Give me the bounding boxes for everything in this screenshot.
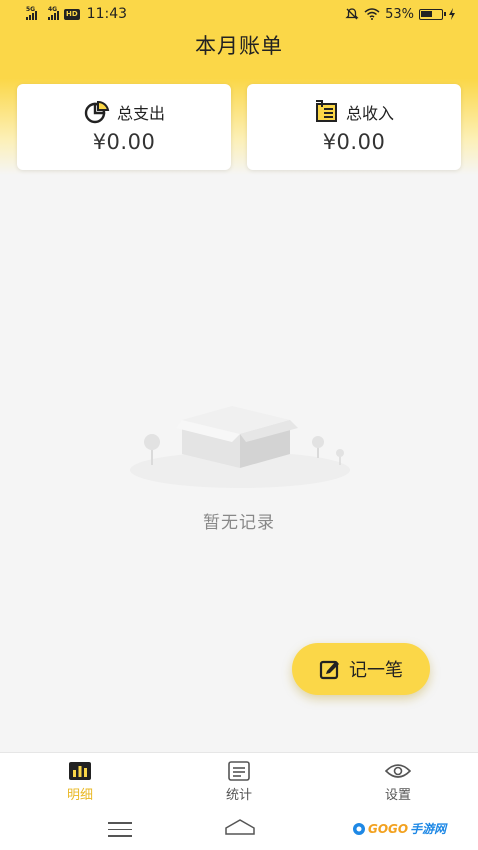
edit-note-icon xyxy=(319,660,339,680)
signal-5g-icon: 5G xyxy=(26,6,37,20)
battery-icon xyxy=(419,8,446,20)
expense-amount: ¥0.00 xyxy=(92,130,156,154)
tab-settings[interactable]: 设置 xyxy=(358,761,438,803)
signal-4g-icon: 4G xyxy=(48,6,59,20)
wifi-icon xyxy=(364,8,380,20)
watermark-text-b: 手游网 xyxy=(410,822,447,836)
tab-details-label: 明细 xyxy=(66,788,93,803)
bottom-tab-bar: 明细 统计 设置 xyxy=(0,752,478,810)
status-time: 11:43 xyxy=(86,6,128,22)
charging-icon xyxy=(449,8,455,20)
battery-percent: 53% xyxy=(385,6,414,22)
status-bar: 5G 4G HD 11:43 53% xyxy=(0,0,478,28)
mute-icon xyxy=(345,8,359,20)
tab-statistics[interactable]: 统计 xyxy=(199,761,279,803)
add-record-button[interactable]: 记一笔 xyxy=(292,643,430,695)
bar-chart-icon xyxy=(69,762,91,780)
page-title: 本月账单 xyxy=(195,34,283,58)
home-icon[interactable] xyxy=(224,818,256,836)
empty-state-text: 暂无记录 xyxy=(203,513,275,533)
tab-details[interactable]: 明细 xyxy=(40,761,120,803)
pie-chart-icon xyxy=(84,100,110,124)
globe-icon xyxy=(353,822,365,835)
watermark-logo: GOGO 手游网 xyxy=(352,820,446,837)
tab-settings-label: 设置 xyxy=(384,788,411,803)
add-record-label: 记一笔 xyxy=(349,660,403,681)
expense-summary-card[interactable]: 总支出 ¥0.00 xyxy=(17,84,231,170)
income-summary-card[interactable]: 总收入 ¥0.00 xyxy=(247,84,461,170)
signal-4g-label: 4G xyxy=(48,6,58,13)
expense-label: 总支出 xyxy=(116,104,165,123)
income-label: 总收入 xyxy=(345,104,394,123)
eye-icon xyxy=(385,764,411,778)
tab-statistics-label: 统计 xyxy=(225,788,252,803)
list-doc-icon xyxy=(228,761,250,781)
signal-5g-label: 5G xyxy=(26,6,36,13)
hd-badge: HD xyxy=(64,8,80,20)
system-nav-bar: GOGO 手游网 xyxy=(0,810,478,850)
menu-icon[interactable] xyxy=(108,822,132,837)
income-amount: ¥0.00 xyxy=(322,130,386,154)
income-ledger-icon xyxy=(315,100,337,122)
watermark-text-a: GOGO xyxy=(368,821,409,836)
